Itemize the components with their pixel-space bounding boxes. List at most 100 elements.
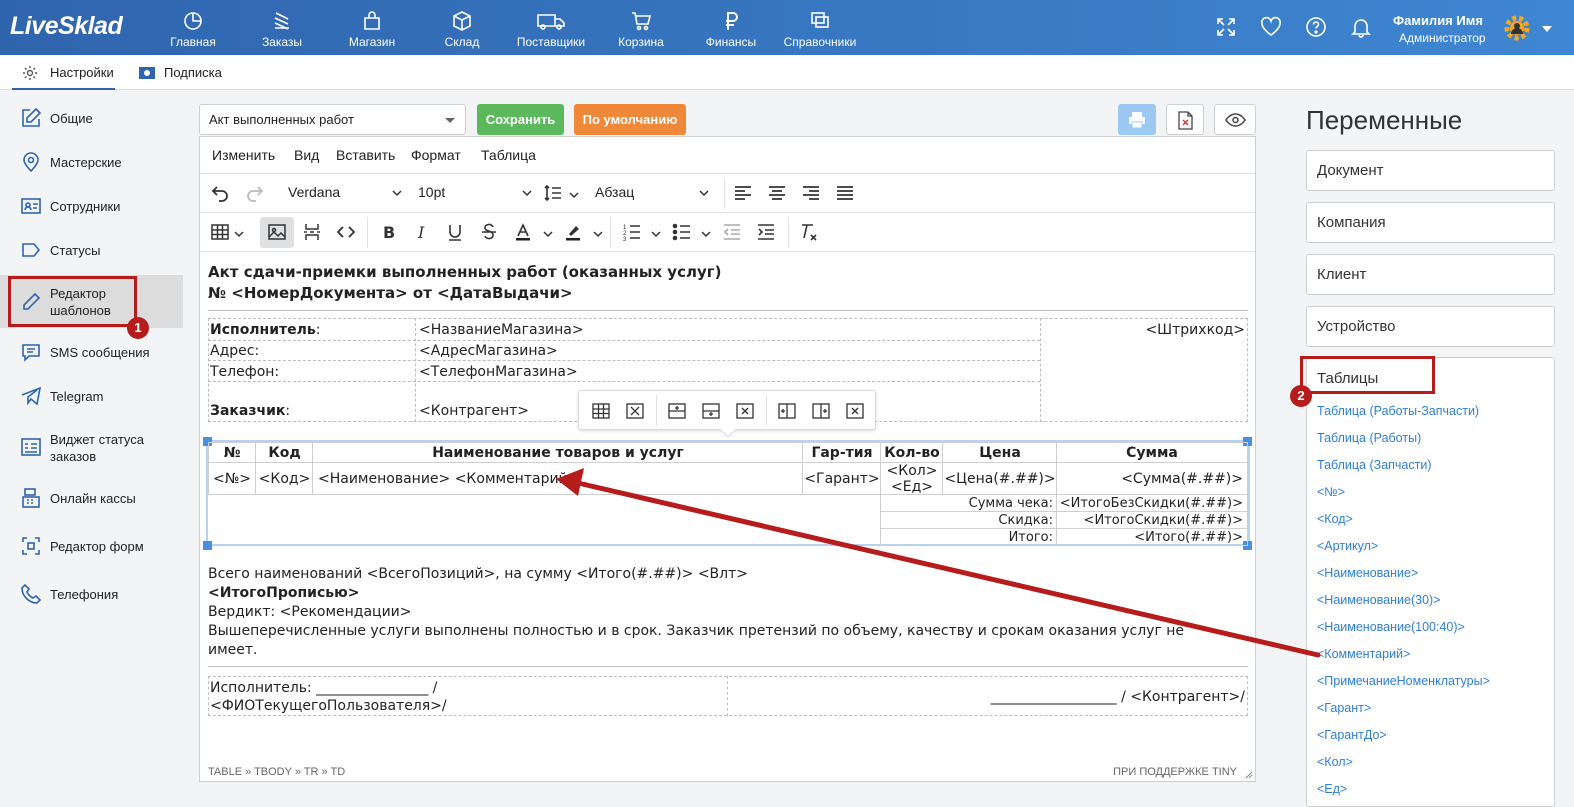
template-editor[interactable]: Изменить Вид Вставить Формат Таблица Ver… xyxy=(199,136,1256,782)
user-name[interactable]: Фамилия Имя xyxy=(1393,13,1483,28)
page-break-icon[interactable] xyxy=(302,222,322,242)
font-family-select[interactable]: Verdana xyxy=(288,184,406,200)
strikethrough-icon[interactable] xyxy=(479,222,499,242)
nav-main[interactable]: Главная xyxy=(165,0,221,55)
align-center-icon[interactable] xyxy=(767,183,787,203)
align-right-icon[interactable] xyxy=(801,183,821,203)
export-pdf-button[interactable] xyxy=(1166,104,1204,135)
user-avatar-gear-icon[interactable] xyxy=(1502,13,1532,43)
variable-item[interactable]: <Гарант> xyxy=(1317,701,1371,715)
table-icon[interactable] xyxy=(210,222,230,242)
nav-orders[interactable]: Заказы xyxy=(257,0,307,55)
editor-content[interactable]: Акт сдачи-приемки выполненных работ (ока… xyxy=(200,252,1255,765)
save-button[interactable]: Сохранить xyxy=(477,104,564,135)
variables-group-document[interactable]: Документ xyxy=(1306,150,1555,191)
variable-item[interactable]: <№> xyxy=(1317,485,1345,499)
insert-column-before-icon[interactable] xyxy=(777,401,797,421)
menu-view[interactable]: Вид xyxy=(294,147,319,163)
insert-column-after-icon[interactable] xyxy=(811,401,831,421)
chevron-down-icon[interactable] xyxy=(593,230,603,238)
block-format-select[interactable]: Абзац xyxy=(595,184,713,200)
subtab-settings[interactable]: Настройки xyxy=(12,55,115,90)
variables-group-client[interactable]: Клиент xyxy=(1306,254,1555,295)
sidebar-item-form-editor[interactable]: Редактор форм xyxy=(0,535,183,561)
help-icon[interactable] xyxy=(1305,16,1327,38)
sidebar-item-statuses[interactable]: Статусы xyxy=(0,239,183,263)
variable-item[interactable]: <Код> xyxy=(1317,512,1353,526)
sidebar-item-order-widget[interactable]: Виджет статуса заказов xyxy=(0,428,183,466)
align-justify-icon[interactable] xyxy=(835,183,855,203)
variable-item[interactable]: <Наименование> xyxy=(1317,566,1418,580)
chevron-down-icon[interactable] xyxy=(569,191,579,199)
sidebar-item-employees[interactable]: Сотрудники xyxy=(0,195,183,219)
menu-table[interactable]: Таблица xyxy=(481,147,536,163)
table-properties-icon[interactable] xyxy=(591,401,611,421)
underline-icon[interactable] xyxy=(445,222,465,242)
nav-suppliers[interactable]: Поставщики xyxy=(514,0,588,55)
insert-row-after-icon[interactable] xyxy=(701,401,721,421)
fullscreen-icon[interactable] xyxy=(1215,16,1237,38)
default-button[interactable]: По умолчанию xyxy=(574,104,686,135)
italic-icon[interactable]: I xyxy=(412,222,432,242)
sidebar-item-telegram[interactable]: Telegram xyxy=(0,385,183,409)
variable-item[interactable]: <ПримечаниеНоменклатуры> xyxy=(1317,674,1490,688)
preview-button[interactable] xyxy=(1214,104,1256,135)
line-height-icon[interactable] xyxy=(543,183,563,203)
app-logo[interactable]: LiveSklad xyxy=(10,12,123,41)
insert-row-before-icon[interactable] xyxy=(667,401,687,421)
chevron-down-icon[interactable] xyxy=(701,230,711,238)
bullet-list-icon[interactable] xyxy=(672,222,692,242)
code-icon[interactable] xyxy=(336,222,356,242)
variable-item[interactable]: <Кол> xyxy=(1317,755,1353,769)
outdent-icon[interactable] xyxy=(722,222,742,242)
sidebar-item-workshops[interactable]: Мастерские xyxy=(0,151,183,175)
text-color-icon[interactable] xyxy=(513,222,533,242)
menu-insert[interactable]: Вставить xyxy=(336,147,395,163)
numbered-list-icon[interactable]: 123 xyxy=(622,222,642,242)
undo-icon[interactable] xyxy=(210,183,230,203)
bold-icon[interactable]: B xyxy=(379,222,399,242)
variable-item[interactable]: Таблица (Работы-Запчасти) xyxy=(1317,404,1479,418)
bell-icon[interactable] xyxy=(1350,16,1372,38)
chevron-down-icon[interactable] xyxy=(543,230,553,238)
image-button-active[interactable] xyxy=(260,217,294,248)
highlight-color-icon[interactable] xyxy=(563,222,583,242)
variable-item[interactable]: <Наименование(100:40)> xyxy=(1317,620,1465,634)
variable-item-comment[interactable]: <Комментарий> xyxy=(1317,647,1410,661)
variables-group-device[interactable]: Устройство xyxy=(1306,306,1555,347)
variables-group-company[interactable]: Компания xyxy=(1306,202,1555,243)
user-menu-caret[interactable] xyxy=(1542,26,1552,32)
nav-cart[interactable]: Корзина xyxy=(614,0,668,55)
variable-item[interactable]: <ГарантДо> xyxy=(1317,728,1387,742)
variable-item[interactable]: <Наименование(30)> xyxy=(1317,593,1440,607)
sidebar-item-sms[interactable]: SMS сообщения xyxy=(0,341,183,365)
element-path[interactable]: TABLE » TBODY » TR » TD xyxy=(208,766,345,778)
nav-warehouse[interactable]: Склад xyxy=(440,0,484,55)
subtab-subscription[interactable]: Подписка xyxy=(136,55,236,90)
delete-row-icon[interactable] xyxy=(735,401,755,421)
chevron-down-icon[interactable] xyxy=(651,230,661,238)
template-select[interactable]: Акт выполненных работ xyxy=(199,104,466,135)
sidebar-item-general[interactable]: Общие xyxy=(0,107,183,131)
variable-item[interactable]: Таблица (Запчасти) xyxy=(1317,458,1432,472)
variable-item[interactable]: <Ед> xyxy=(1317,782,1347,796)
redo-icon[interactable] xyxy=(245,183,265,203)
align-left-icon[interactable] xyxy=(733,183,753,203)
variable-item[interactable]: <Артикул> xyxy=(1317,539,1378,553)
chevron-down-icon[interactable] xyxy=(234,230,244,238)
delete-column-icon[interactable] xyxy=(845,401,865,421)
delete-table-icon[interactable] xyxy=(625,401,645,421)
menu-format[interactable]: Формат xyxy=(411,147,461,163)
variable-item[interactable]: Таблица (Работы) xyxy=(1317,431,1421,445)
sidebar-item-online-cash[interactable]: Онлайн кассы xyxy=(0,487,183,513)
nav-shop[interactable]: Магазин xyxy=(344,0,400,55)
resize-grip-icon[interactable] xyxy=(1243,769,1253,779)
sidebar-item-telephony[interactable]: Телефония xyxy=(0,583,183,609)
indent-icon[interactable] xyxy=(756,222,776,242)
heart-icon[interactable] xyxy=(1260,16,1282,38)
menu-edit[interactable]: Изменить xyxy=(212,147,275,163)
print-button[interactable] xyxy=(1118,104,1156,135)
font-size-select[interactable]: 10pt xyxy=(418,184,536,200)
powered-by-tiny[interactable]: ПРИ ПОДДЕРЖКЕ TINY xyxy=(1113,766,1237,778)
nav-directories[interactable]: Справочники xyxy=(780,0,860,55)
